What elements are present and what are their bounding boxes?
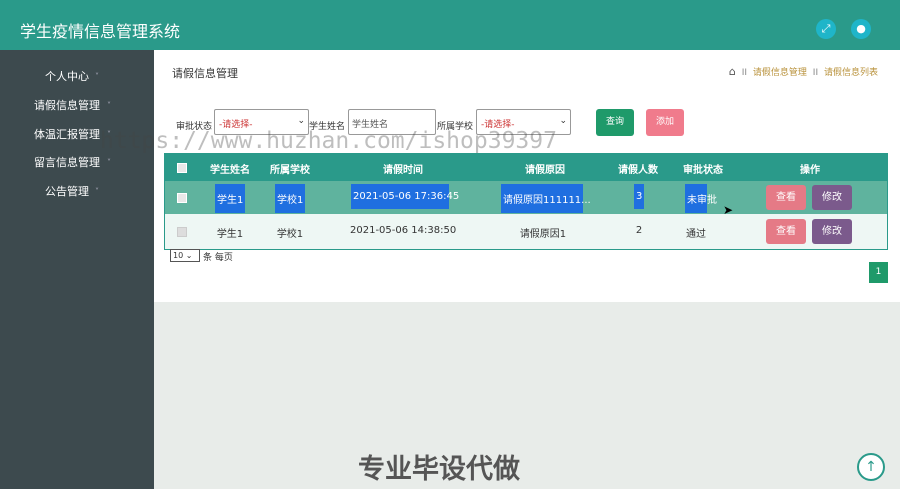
view-button[interactable]: 查看 [766,185,806,210]
table-row[interactable]: 学生1 学校1 2021-05-06 17:36:45 请假原因111111..… [165,181,887,214]
sidebar-item-messages[interactable]: 留言信息管理 ˅ [0,153,154,173]
chevron-down-icon: ˅ [107,158,111,167]
app-title: 学生疫情信息管理系统 [20,22,181,41]
watermark: https://www.huzhan.com/ishop39397 [100,128,557,154]
breadcrumb: ⌂ II 请假信息管理 II 请假信息列表 [728,65,878,78]
sidebar-item-leave-info[interactable]: 请假信息管理 ˅ [0,96,154,116]
leave-table: 学生姓名 所属学校 请假时间 请假原因 请假人数 审批状态 操作 学生1 学校1… [164,153,888,250]
user-icon[interactable]: ● [851,19,871,39]
table-row[interactable]: 学生1 学校1 2021-05-06 14:38:50 请假原因1 2 通过 查… [165,214,887,249]
chevron-down-icon: ˅ [107,101,111,110]
row-checkbox[interactable] [177,193,187,203]
breadcrumb-item[interactable]: 请假信息管理 [753,68,807,78]
page-button-current[interactable]: 1 [869,262,888,283]
cursor-icon: ➤ [723,203,734,217]
per-page-label: 条 每页 [203,253,233,263]
chevron-down-icon: ˅ [95,187,99,196]
chevron-down-icon: ⌄ [185,251,193,260]
chevron-down-icon: ⌄ [297,116,305,126]
edit-button[interactable]: 修改 [812,219,852,244]
chevron-down-icon: ⌄ [559,116,567,126]
search-button[interactable]: 查询 [596,109,634,136]
sidebar-item-announcements[interactable]: 公告管理 ˅ [0,182,154,202]
table-header: 学生姓名 所属学校 请假时间 请假原因 请假人数 审批状态 操作 [165,154,887,181]
sidebar: 个人中心 ˅ 请假信息管理 ˅ 体温汇报管理 ˅ 留言信息管理 ˅ 公告管理 ˅ [0,50,154,489]
view-button[interactable]: 查看 [766,219,806,244]
expand-icon[interactable]: ⤢ [816,19,836,39]
promo-text: 专业毕设代做 [358,454,520,485]
edit-button[interactable]: 修改 [812,185,852,210]
breadcrumb-item[interactable]: 请假信息列表 [824,68,878,78]
scroll-to-top-icon[interactable]: ↑ [857,453,885,481]
select-all-checkbox[interactable] [177,163,187,173]
home-icon[interactable]: ⌂ [729,65,736,78]
sidebar-item-personal-center[interactable]: 个人中心 ˅ [0,67,154,87]
page-title: 请假信息管理 [172,67,238,80]
top-bar: 学生疫情信息管理系统 ⤢ ● [0,0,900,50]
row-checkbox[interactable] [177,227,187,237]
page-size-select[interactable]: 10 ⌄ [170,249,200,262]
add-button[interactable]: 添加 [646,109,684,136]
chevron-down-icon: ˅ [95,72,99,81]
main-panel: 请假信息管理 ⌂ II 请假信息管理 II 请假信息列表 审批状态 -请选择- … [154,50,900,302]
